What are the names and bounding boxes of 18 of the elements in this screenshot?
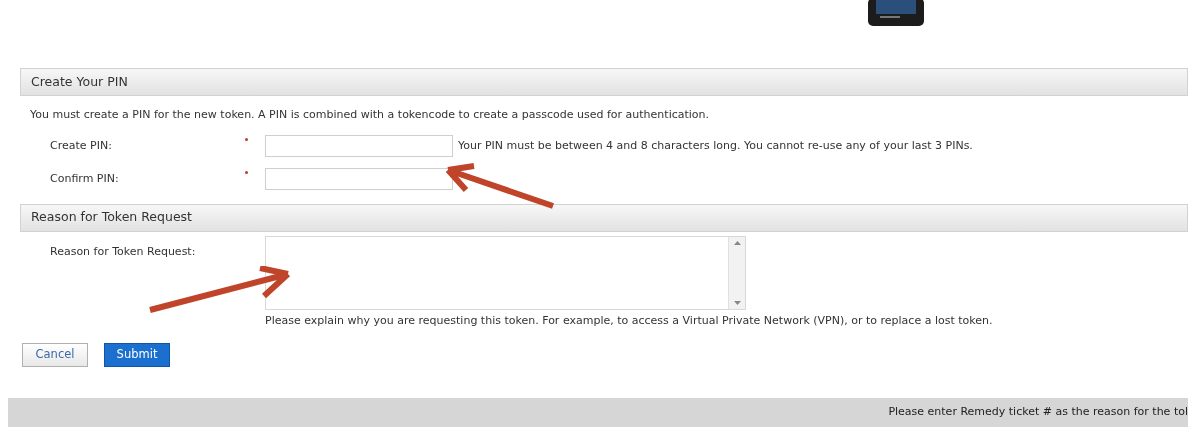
submit-button[interactable]: Submit [104,343,170,367]
section-header: Reason for Token Request [20,203,1188,232]
cancel-button[interactable]: Cancel [22,343,88,367]
scrollbar[interactable] [728,236,745,309]
field-hint: Please explain why you are requesting this token. For example, to access a Virtual Private Network (VPN), or to replace a lost token. [265,312,994,329]
scroll-down-icon[interactable] [733,300,741,305]
section-description: You must create a PIN for the new token. A PIN is combined with a tokencode to create a passcode used for authentication. [30,107,711,123]
footer-note: Please enter Remedy ticket # as the reason for the tol [888,404,1188,420]
token-device-icon [866,0,926,28]
pin-field[interactable] [265,168,453,190]
field-hint: Your PIN must be between 4 and 8 characters long. You cannot re-use any of your last 3 PINs. [458,137,973,154]
field-label: Create PIN: [49,137,113,154]
field-label: Reason for Token Request: [49,243,197,260]
section-header: Create Your PIN [20,68,1188,96]
scroll-up-icon[interactable] [733,240,741,245]
field-label: Confirm PIN: [49,170,120,187]
pin-field[interactable] [265,135,453,157]
reason-field[interactable] [265,235,746,310]
